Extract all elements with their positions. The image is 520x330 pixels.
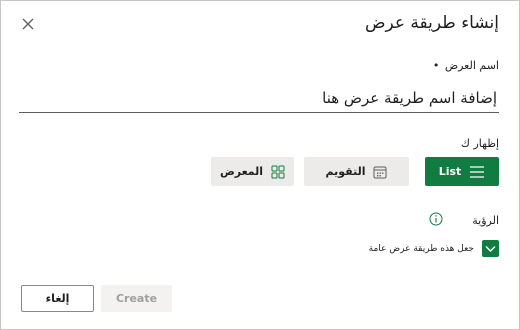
close-icon (22, 18, 34, 30)
view-type-gallery-button[interactable]: المعرض (211, 157, 294, 186)
view-type-list-button[interactable]: List (425, 157, 499, 186)
info-icon (429, 212, 443, 226)
view-name-label: اسم العرض • (433, 59, 499, 72)
view-type-calendar-button[interactable]: التقويم (304, 157, 409, 186)
close-button[interactable] (18, 14, 38, 34)
gallery-grid-icon (271, 165, 285, 178)
public-view-checkbox[interactable] (482, 240, 499, 257)
list-icon (470, 165, 485, 178)
calendar-icon (373, 166, 387, 178)
dialog-title: إنشاء طريقة عرض (364, 13, 499, 33)
cancel-button[interactable]: إلغاء (21, 285, 94, 312)
required-marker: • (432, 59, 440, 72)
view-type-calendar-label: التقويم (325, 165, 366, 178)
view-type-list-label: List (438, 165, 462, 178)
create-button[interactable]: Create (101, 285, 172, 312)
public-view-checkbox-label: جعل هذه طريقة عرض عامة (368, 243, 474, 254)
visibility-info-button[interactable] (429, 212, 443, 226)
view-type-gallery-label: المعرض (219, 165, 264, 178)
view-name-input[interactable] (19, 83, 499, 113)
visibility-label: الرؤية (472, 214, 499, 227)
create-view-dialog: إنشاء طريقة عرض اسم العرض • إظهار ك List… (0, 0, 520, 330)
show-as-label: إظهار ك (460, 137, 499, 150)
checkmark-icon (485, 246, 496, 252)
public-view-option: جعل هذه طريقة عرض عامة (369, 240, 499, 257)
view-name-label-text: اسم العرض (444, 59, 499, 72)
